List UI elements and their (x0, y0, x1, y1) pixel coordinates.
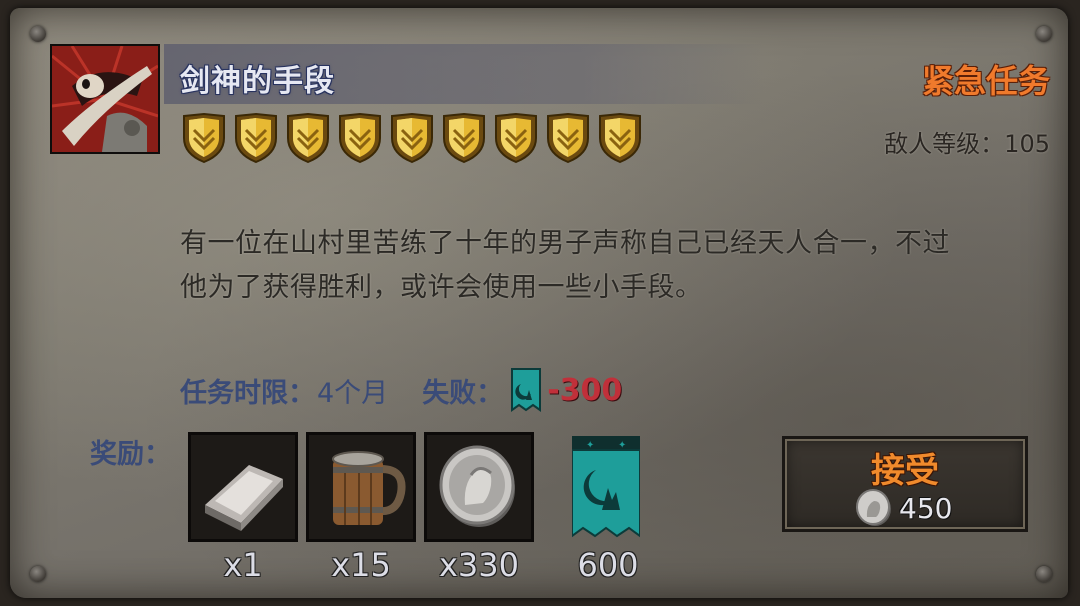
corner-bolt-icon (30, 26, 46, 42)
reward-slot[interactable] (188, 432, 298, 542)
time-limit-value: 4个月 (317, 377, 389, 409)
quest-description: 有一位在山村里苦练了十年的男子声称自己已经天人合一，不过 他为了获得胜利，或许会… (180, 222, 1040, 310)
time-limit-label: 任务时限： (180, 377, 315, 409)
silver-ingot-icon (205, 465, 283, 531)
description-line: 他为了获得胜利，或许会使用一些小手段。 (180, 272, 703, 303)
reward-count: x330 (438, 546, 519, 584)
accept-label: 接受 (871, 451, 939, 491)
corner-bolt-icon (1036, 26, 1052, 42)
quest-terms: 任务时限： 4个月 失败： -300 (180, 368, 623, 412)
wooden-mug-icon (332, 451, 406, 525)
swordsman-portrait-icon (51, 45, 159, 152)
corner-bolt-icon (30, 566, 46, 582)
difficulty-shield-icon (183, 112, 225, 164)
difficulty-shield-icon (235, 112, 277, 164)
reward-count: 600 (577, 546, 639, 584)
difficulty-rating (180, 112, 644, 164)
difficulty-shield-icon (391, 112, 433, 164)
fail-penalty: -300 (547, 372, 623, 408)
accept-button[interactable]: 接受 450 (782, 436, 1028, 532)
reward-slot[interactable] (424, 432, 534, 542)
silver-coin-icon (439, 445, 515, 527)
difficulty-shield-icon (287, 112, 329, 164)
enemy-level: 敌人等级：105 (884, 130, 1050, 158)
rewards-label: 奖励： (90, 439, 171, 470)
reward-slot[interactable] (306, 432, 416, 542)
reward-count: x15 (331, 546, 391, 584)
accept-cost-value: 450 (899, 491, 953, 525)
reward-count: x1 (223, 546, 263, 584)
fail-label: 失败： (422, 377, 504, 409)
difficulty-shield-icon (443, 112, 485, 164)
corner-bolt-icon (1036, 566, 1052, 582)
quest-portrait (50, 44, 160, 154)
difficulty-shield-icon (547, 112, 589, 164)
urgency-badge: 紧急任务 (921, 62, 1050, 100)
reputation-banner-icon (511, 368, 542, 412)
reputation-banner-icon[interactable]: ✦ ✦ (572, 436, 640, 540)
accept-cost: 450 (855, 489, 952, 527)
difficulty-shield-icon (599, 112, 641, 164)
description-line: 有一位在山村里苦练了十年的男子声称自己已经天人合一，不过 (180, 228, 950, 259)
silver-coin-icon (856, 489, 891, 526)
quest-title: 剑神的手段 (180, 64, 335, 99)
difficulty-shield-icon (339, 112, 381, 164)
difficulty-shield-icon (495, 112, 537, 164)
